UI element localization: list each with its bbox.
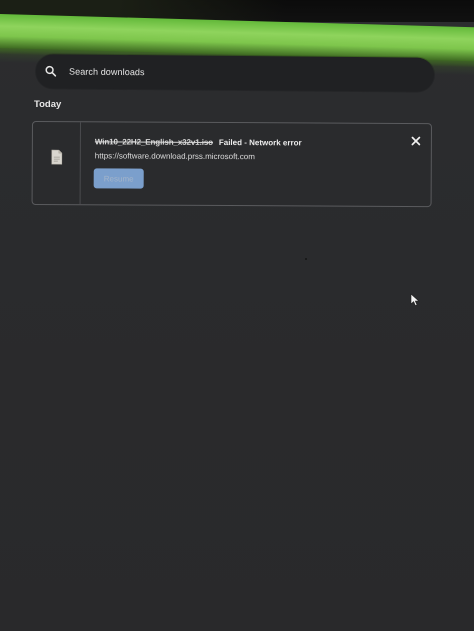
resume-button[interactable]: Resume	[93, 168, 144, 189]
source-url-link[interactable]: https://software.download.prss.microsoft…	[95, 151, 255, 161]
file-name-link[interactable]: Win10_22H2_English_x32v1.iso	[95, 137, 213, 147]
download-item: Win10_22H2_English_x32v1.iso Failed - Ne…	[31, 121, 432, 208]
section-title-today: Today	[34, 99, 62, 110]
mouse-cursor-icon	[410, 293, 420, 307]
search-icon	[44, 64, 58, 78]
card-divider	[79, 122, 81, 205]
search-input[interactable]: Search downloads	[69, 67, 145, 78]
download-status: Failed - Network error	[218, 137, 302, 148]
file-icon	[51, 149, 63, 165]
remove-download-button[interactable]	[408, 133, 424, 149]
search-bar[interactable]: Search downloads	[35, 54, 435, 92]
close-icon	[411, 136, 421, 146]
